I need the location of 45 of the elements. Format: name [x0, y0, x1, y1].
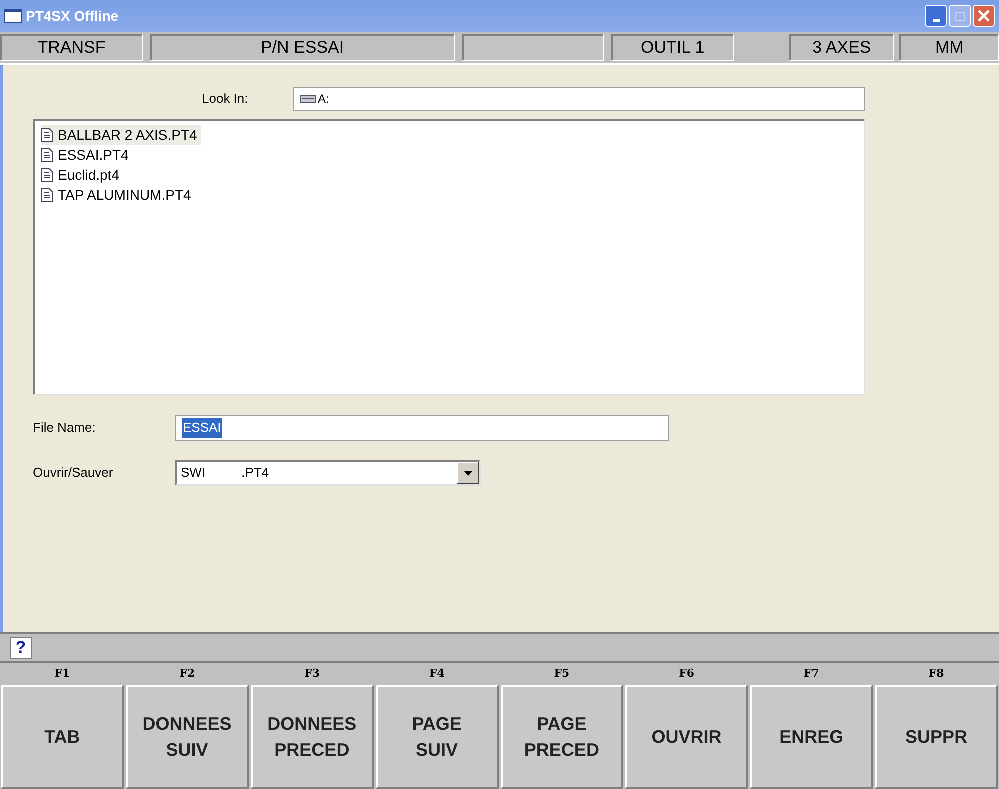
file-item[interactable]: Euclid.pt4 — [41, 165, 124, 185]
function-key-button[interactable]: TAB — [1, 685, 124, 789]
function-key-button[interactable]: SUPPR — [875, 685, 998, 789]
look-in-field[interactable]: A: — [293, 87, 865, 111]
function-key-label: F5 — [553, 666, 571, 682]
function-key-label: F7 — [802, 666, 820, 682]
document-icon — [41, 128, 54, 142]
document-icon — [41, 188, 54, 202]
maximize-icon — [955, 12, 965, 20]
status-cell: P/N ESSAI — [150, 34, 455, 61]
file-item[interactable]: TAP ALUMINUM.PT4 — [41, 185, 196, 205]
minimize-icon — [932, 19, 940, 22]
function-key-label: F1 — [54, 666, 72, 682]
document-icon — [41, 148, 54, 162]
file-type-dropdown[interactable]: SWI .PT4 — [175, 460, 481, 486]
file-item[interactable]: BALLBAR 2 AXIS.PT4 — [41, 125, 202, 145]
status-cell: OUTIL 1 — [611, 34, 734, 61]
function-key-button[interactable]: PAGE PRECED — [500, 685, 624, 789]
close-icon — [978, 10, 990, 22]
close-button[interactable] — [973, 5, 995, 27]
function-key-button[interactable]: DONNEES SUIV — [126, 685, 249, 789]
file-type-label: Ouvrir/Sauver — [33, 464, 114, 482]
function-key-button[interactable]: DONNEES PRECED — [250, 685, 374, 789]
function-key-label: F8 — [928, 666, 946, 682]
window-icon — [4, 9, 22, 23]
file-name-field[interactable]: ESSAI — [175, 415, 669, 441]
minimize-button[interactable] — [925, 5, 947, 27]
status-cell: 3 AXES — [788, 34, 894, 61]
drive-icon — [300, 95, 316, 103]
look-in-label: Look In: — [202, 90, 250, 108]
function-key-label: F2 — [178, 666, 196, 682]
function-key-label: F6 — [678, 666, 696, 682]
file-item[interactable]: ESSAI.PT4 — [41, 145, 133, 165]
status-cell: TRANSF — [0, 34, 143, 61]
maximize-button[interactable] — [949, 5, 971, 27]
function-key-button[interactable]: ENREG — [750, 685, 874, 789]
function-key-button[interactable]: PAGE SUIV — [376, 685, 498, 789]
document-icon — [41, 168, 54, 182]
help-button[interactable]: ? — [10, 636, 32, 658]
window-title: PT4SX Offline — [26, 6, 119, 26]
status-cell: MM — [899, 34, 999, 61]
function-key-label: F3 — [303, 666, 321, 682]
function-key-button[interactable]: OUVRIR — [625, 685, 748, 789]
file-name-label: File Name: — [33, 419, 97, 438]
function-key-label: F4 — [428, 666, 446, 682]
